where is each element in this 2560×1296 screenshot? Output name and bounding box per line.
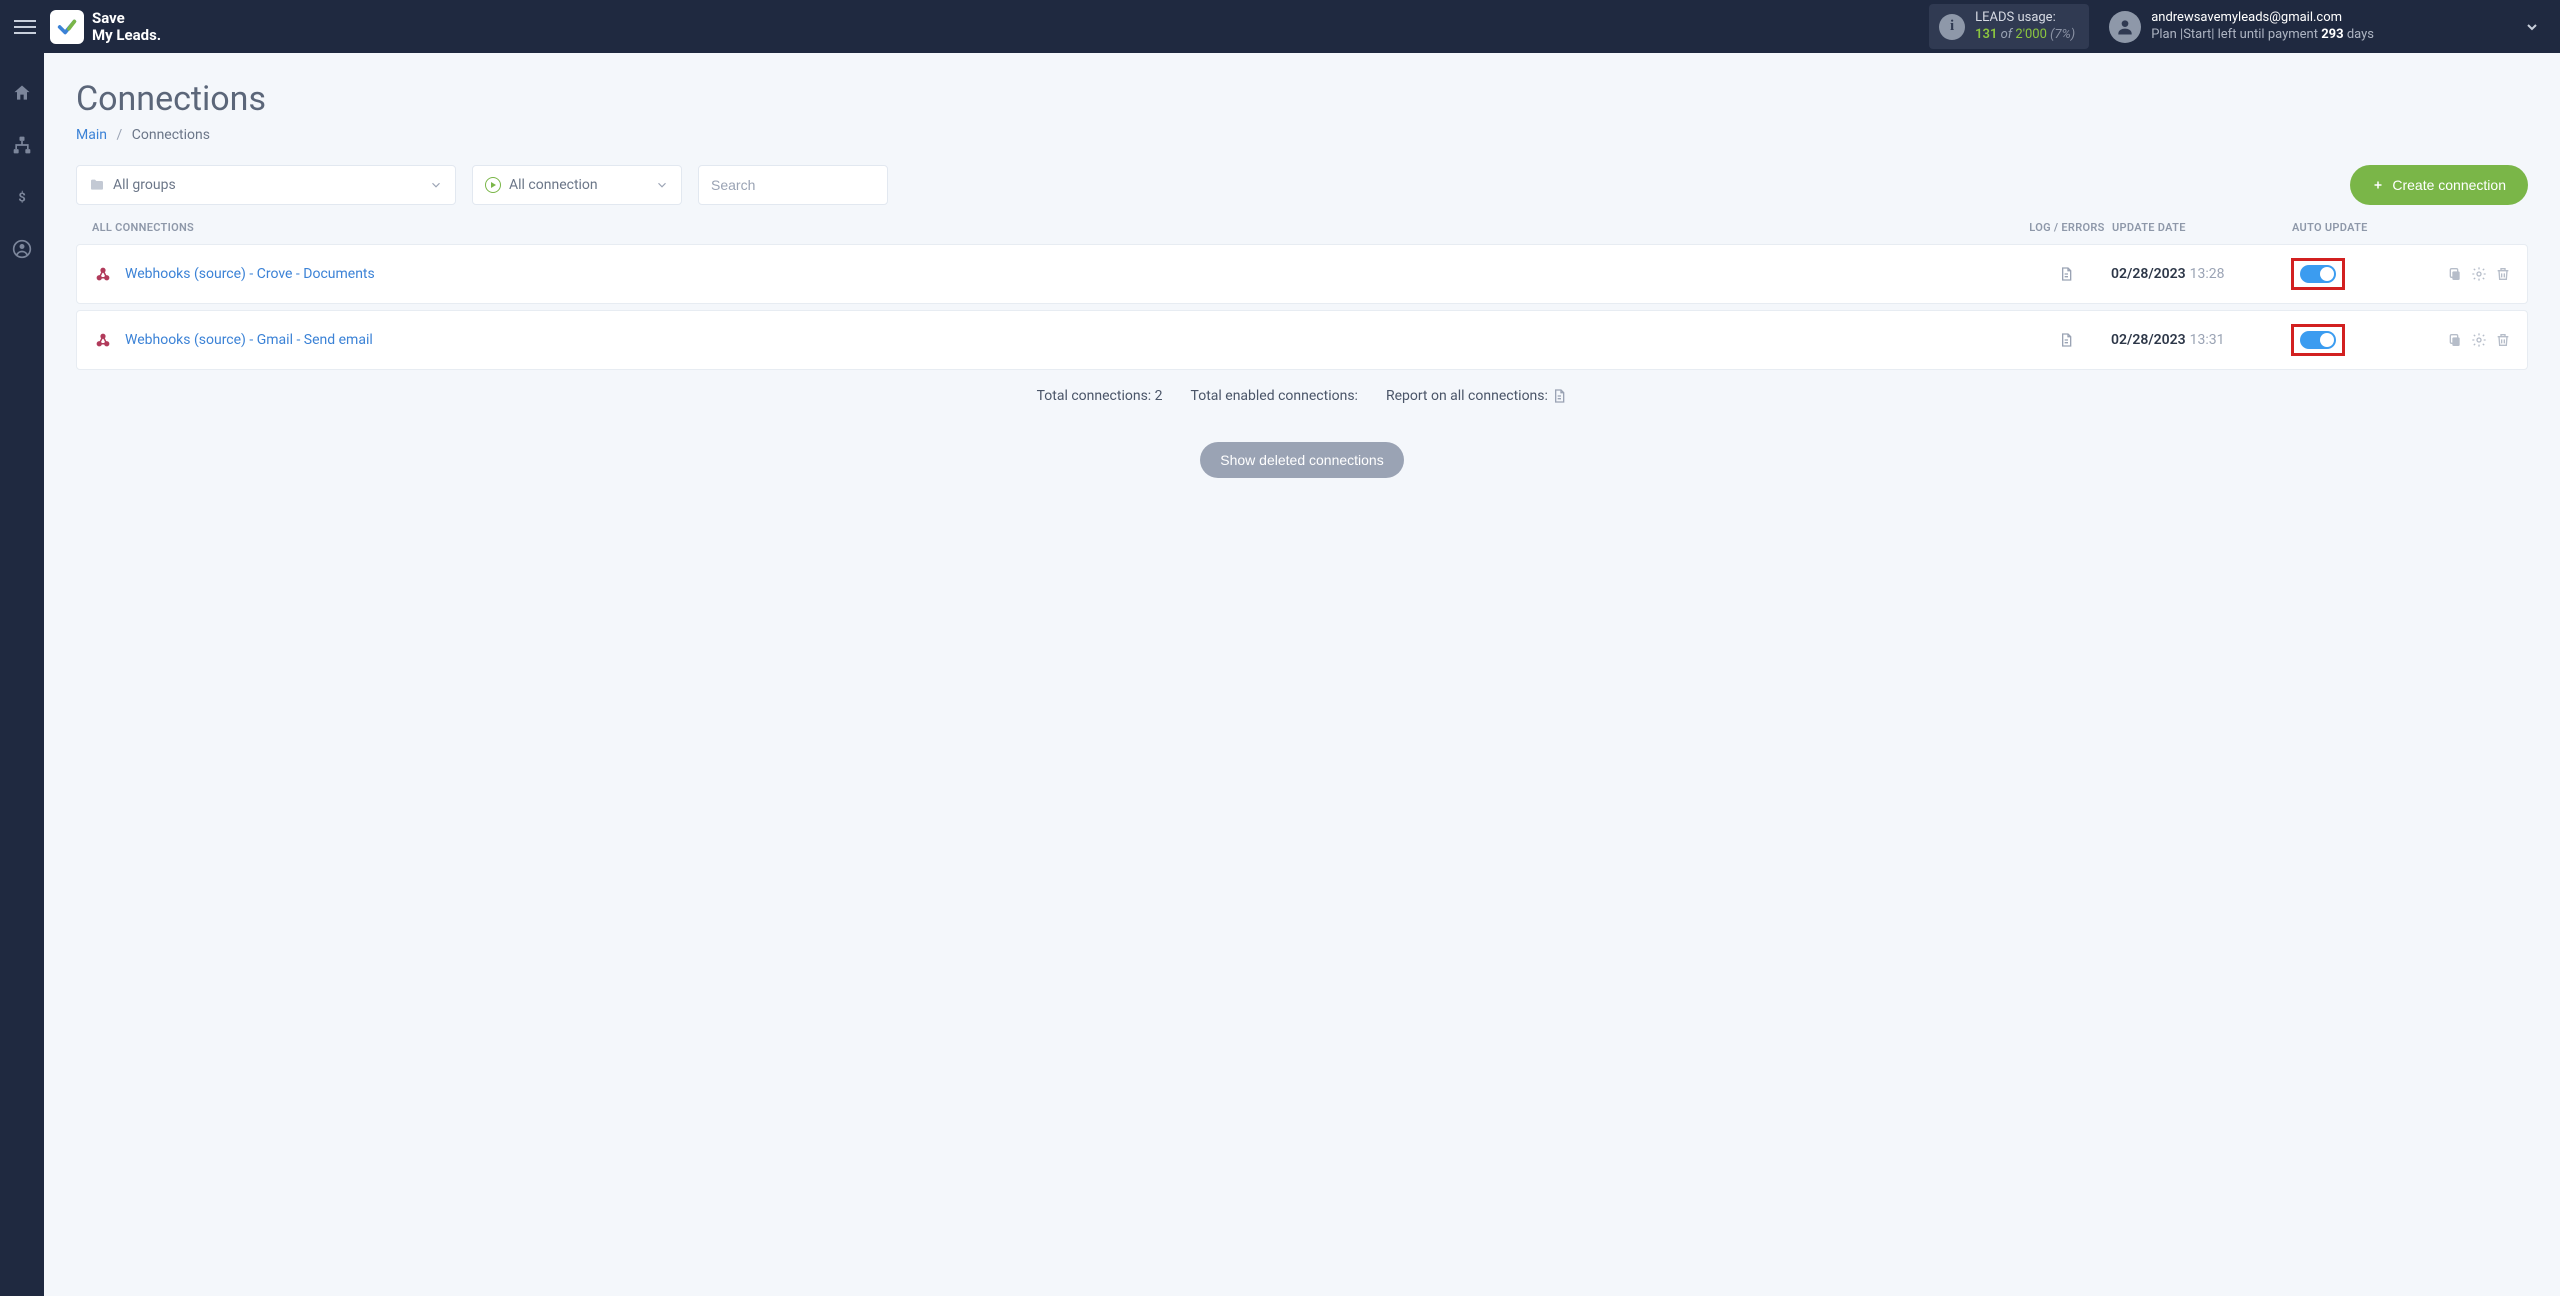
log-button[interactable] <box>2021 332 2111 348</box>
usage-label: LEADS usage: <box>1975 10 2075 27</box>
breadcrumb: Main / Connections <box>76 127 2528 143</box>
avatar <box>2109 11 2141 43</box>
account-dropdown-toggle[interactable] <box>2524 19 2540 35</box>
webhook-icon <box>93 264 113 284</box>
app-name: Save My Leads. <box>92 10 161 43</box>
account-email: andrewsavemyleads@gmail.com <box>2151 10 2374 27</box>
chevron-down-icon <box>429 178 443 192</box>
usage-indicator[interactable]: i LEADS usage: 131 of 2'000 (7%) <box>1929 4 2089 50</box>
chevron-down-icon <box>655 178 669 192</box>
delete-button[interactable] <box>2495 332 2511 348</box>
connection-filter-label: All connection <box>509 177 598 193</box>
sidebar-home[interactable] <box>10 81 34 105</box>
main-content: Connections Main / Connections All group… <box>44 53 2560 1296</box>
create-connection-button[interactable]: Create connection <box>2350 165 2528 205</box>
page-title: Connections <box>76 79 2528 119</box>
chevron-down-icon <box>2524 19 2540 35</box>
play-circle-icon <box>485 177 501 193</box>
auto-update-highlight <box>2291 258 2345 290</box>
breadcrumb-main[interactable]: Main <box>76 127 107 143</box>
filters-row: All groups All connection Create connect… <box>76 165 2528 205</box>
auto-update-highlight <box>2291 324 2345 356</box>
sidebar-connections[interactable] <box>10 133 34 157</box>
sidebar-account[interactable] <box>10 237 34 261</box>
topbar: Save My Leads. i LEADS usage: 131 of 2'0… <box>0 0 2560 53</box>
th-all-connections: ALL CONNECTIONS <box>92 221 2022 234</box>
user-icon <box>2115 17 2135 37</box>
account-menu[interactable]: andrewsavemyleads@gmail.com Plan |Start|… <box>2109 10 2374 44</box>
sidebar-billing[interactable]: $ <box>10 185 34 209</box>
auto-update-toggle[interactable] <box>2300 265 2336 283</box>
checkmark-icon <box>56 16 78 38</box>
menu-toggle-button[interactable] <box>14 16 36 38</box>
show-deleted-button[interactable]: Show deleted connections <box>1200 442 1403 478</box>
create-connection-label: Create connection <box>2392 177 2506 193</box>
update-date: 02/28/202313:31 <box>2111 332 2291 348</box>
groups-select-label: All groups <box>113 177 176 193</box>
connection-name-link[interactable]: Webhooks (source) - Gmail - Send email <box>125 332 2021 348</box>
copy-button[interactable] <box>2447 332 2463 348</box>
summary-row: Total connections: 2 Total enabled conne… <box>76 388 2528 404</box>
groups-select[interactable]: All groups <box>76 165 456 205</box>
sidebar: $ <box>0 53 44 1296</box>
connection-filter-select[interactable]: All connection <box>472 165 682 205</box>
usage-used: 131 <box>1975 27 1997 42</box>
account-plan: Plan |Start| left until payment 293 days <box>2151 27 2374 44</box>
app-logo[interactable] <box>50 10 84 44</box>
dollar-icon: $ <box>15 187 29 207</box>
summary-total: Total connections: 2 <box>1037 388 1163 404</box>
summary-enabled: Total enabled connections: <box>1191 388 1358 404</box>
webhook-icon <box>93 330 113 350</box>
auto-update-toggle[interactable] <box>2300 331 2336 349</box>
settings-button[interactable] <box>2471 332 2487 348</box>
plus-icon <box>2372 179 2384 191</box>
update-date: 02/28/202313:28 <box>2111 266 2291 282</box>
folder-icon <box>89 177 105 193</box>
report-download-button[interactable] <box>1551 388 1567 404</box>
summary-report-label: Report on all connections: <box>1386 388 1548 404</box>
connection-name-link[interactable]: Webhooks (source) - Crove - Documents <box>125 266 2021 282</box>
connection-row: Webhooks (source) - Gmail - Send email 0… <box>76 310 2528 370</box>
home-icon <box>12 83 32 103</box>
usage-pct: (7%) <box>2050 27 2075 42</box>
svg-text:$: $ <box>18 191 25 206</box>
breadcrumb-current: Connections <box>132 127 210 143</box>
table-header: ALL CONNECTIONS LOG / ERRORS UPDATE DATE… <box>76 221 2528 244</box>
th-update-date: UPDATE DATE <box>2112 221 2292 234</box>
info-icon: i <box>1939 14 1965 40</box>
copy-button[interactable] <box>2447 266 2463 282</box>
sitemap-icon <box>12 135 32 155</box>
usage-of: of <box>2001 27 2013 42</box>
user-circle-icon <box>12 239 32 259</box>
usage-total: 2'000 <box>2015 27 2047 42</box>
search-input[interactable] <box>711 177 875 193</box>
delete-button[interactable] <box>2495 266 2511 282</box>
settings-button[interactable] <box>2471 266 2487 282</box>
log-button[interactable] <box>2021 266 2111 282</box>
search-box[interactable] <box>698 165 888 205</box>
connection-row: Webhooks (source) - Crove - Documents 02… <box>76 244 2528 304</box>
th-log: LOG / ERRORS <box>2022 221 2112 234</box>
th-auto-update: AUTO UPDATE <box>2292 221 2422 234</box>
